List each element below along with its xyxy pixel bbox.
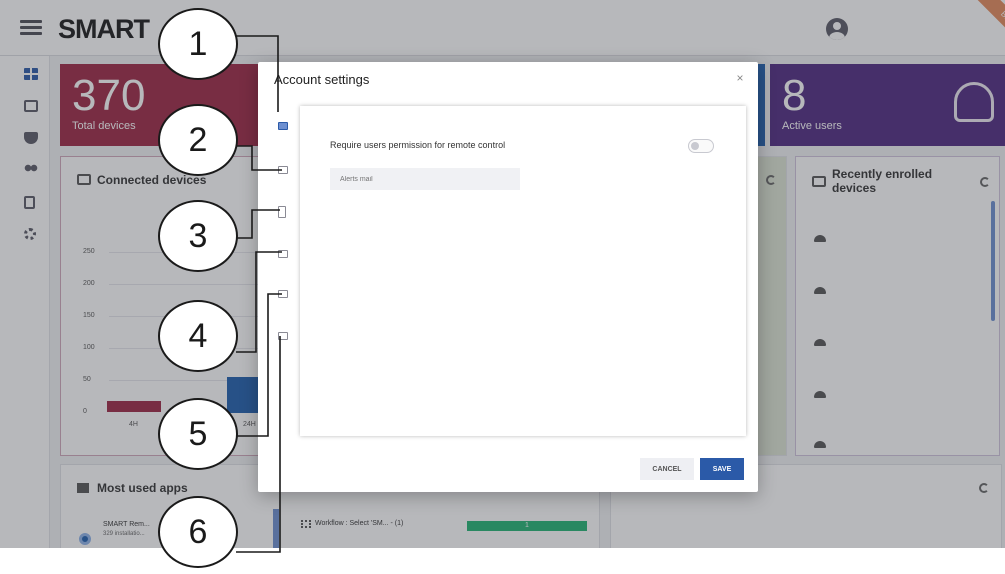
leader-line-1 bbox=[236, 35, 279, 112]
leader-line-6 bbox=[236, 336, 281, 553]
callout-2: 2 bbox=[158, 104, 238, 176]
leader-line-3 bbox=[236, 209, 280, 239]
callout-4: 4 bbox=[158, 300, 238, 372]
callout-1: 1 bbox=[158, 8, 238, 80]
leader-line-2 bbox=[236, 145, 282, 171]
callout-3: 3 bbox=[158, 200, 238, 272]
callout-6: 6 bbox=[158, 496, 238, 568]
callout-5: 5 bbox=[158, 398, 238, 470]
screenshot-stage: SMART BETA 370 Total devices 8 Active us… bbox=[0, 0, 1005, 574]
callout-leader-lines bbox=[236, 35, 282, 553]
leader-line-5 bbox=[236, 293, 282, 437]
leader-line-4 bbox=[236, 251, 282, 353]
